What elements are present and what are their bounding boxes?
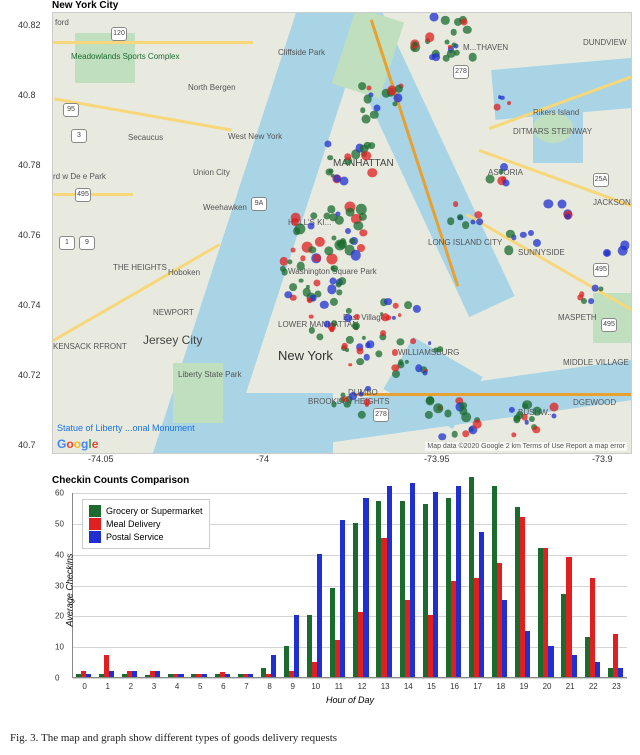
chart-x-tick: 7 [244, 682, 248, 691]
hwy-shield: 95 [63, 103, 79, 117]
legend-swatch [89, 518, 101, 530]
map-attribution: Map data ©2020 Google 2 km Terms of Use … [425, 442, 627, 451]
map-y-tick: 40.7 [18, 440, 36, 450]
map-y-tick: 40.8 [18, 90, 36, 100]
chart-bar [271, 655, 276, 677]
legend-swatch [89, 531, 101, 543]
chart-bar [132, 671, 137, 677]
map-x-tick: -74 [256, 454, 269, 464]
map: MANHATTAN New York Jersey City Hoboken S… [52, 12, 632, 454]
chart-x-tick: 16 [450, 682, 459, 691]
chart-title: Checkin Counts Comparison [52, 475, 189, 486]
map-y-tick: 40.82 [18, 20, 41, 30]
label-newyork: New York [278, 348, 333, 363]
checkin-chart: Checkin Counts Comparison Average Checki… [52, 475, 632, 710]
chart-bar [202, 674, 207, 677]
chart-bar [410, 483, 415, 677]
chart-bar [178, 674, 183, 677]
chart-y-tick: 50 [55, 519, 64, 528]
chart-bar [433, 492, 438, 677]
chart-y-tick: 0 [55, 674, 59, 683]
legend-item: Postal Service [89, 531, 203, 543]
chart-x-tick: 10 [311, 682, 320, 691]
statue-link: Statue of Liberty ...onal Monument [57, 423, 195, 433]
chart-bar [248, 674, 253, 677]
chart-x-tick: 11 [335, 682, 343, 691]
chart-x-tick: 17 [473, 682, 482, 691]
chart-bar [294, 615, 299, 677]
chart-x-tick: 13 [381, 682, 390, 691]
chart-x-tick: 20 [543, 682, 552, 691]
chart-x-tick: 4 [175, 682, 179, 691]
map-y-tick: 40.76 [18, 230, 41, 240]
chart-bar [86, 674, 91, 677]
map-x-tick: -73.9 [592, 454, 613, 464]
chart-y-tick: 20 [55, 612, 64, 621]
chart-bar [387, 486, 392, 677]
chart-y-tick: 30 [55, 581, 64, 590]
chart-legend: Grocery or Supermarket Meal Delivery Posta… [82, 499, 210, 549]
map-x-tick: -73.95 [424, 454, 450, 464]
x-axis-label: Hour of Day [326, 695, 374, 705]
map-x-tick: -74.05 [88, 454, 114, 464]
chart-x-tick: 3 [152, 682, 156, 691]
chart-y-tick: 10 [55, 643, 64, 652]
chart-bar [456, 486, 461, 677]
google-logo: Google [57, 437, 98, 451]
legend-swatch [89, 505, 101, 517]
chart-bar [572, 655, 577, 677]
chart-bar [340, 520, 345, 677]
chart-x-tick: 22 [589, 682, 598, 691]
chart-x-tick: 5 [198, 682, 202, 691]
label-manhattan: MANHATTAN [333, 158, 394, 169]
chart-x-tick: 18 [496, 682, 505, 691]
chart-x-tick: 23 [612, 682, 621, 691]
chart-y-tick: 60 [55, 489, 64, 498]
chart-x-tick: 12 [358, 682, 367, 691]
chart-x-tick: 19 [519, 682, 528, 691]
label-jerseycity: Jersey City [143, 333, 202, 347]
chart-x-tick: 21 [566, 682, 575, 691]
legend-label: Postal Service [106, 532, 164, 542]
chart-bar [525, 631, 530, 677]
chart-y-tick: 40 [55, 550, 64, 559]
legend-item: Grocery or Supermarket [89, 505, 203, 517]
legend-label: Meal Delivery [106, 519, 161, 529]
map-title: New York City [52, 0, 118, 11]
legend-label: Grocery or Supermarket [106, 506, 203, 516]
map-y-tick: 40.74 [18, 300, 41, 310]
chart-bar [548, 646, 553, 677]
chart-x-tick: 14 [404, 682, 413, 691]
chart-x-tick: 0 [82, 682, 86, 691]
chart-x-tick: 15 [427, 682, 436, 691]
chart-bar [479, 532, 484, 677]
chart-bar [317, 554, 322, 677]
chart-bar [155, 671, 160, 677]
chart-x-tick: 8 [267, 682, 271, 691]
figure-caption: Fig. 3. The map and graph show different… [10, 732, 337, 744]
map-y-tick: 40.78 [18, 160, 41, 170]
chart-x-tick: 6 [221, 682, 225, 691]
chart-bar [618, 668, 623, 677]
chart-bar [502, 600, 507, 677]
chart-x-tick: 9 [290, 682, 294, 691]
map-y-tick: 40.72 [18, 370, 41, 380]
chart-x-tick: 1 [105, 682, 109, 691]
legend-item: Meal Delivery [89, 518, 203, 530]
chart-x-tick: 2 [129, 682, 133, 691]
chart-bar [109, 671, 114, 677]
chart-bar [363, 498, 368, 677]
chart-bar [595, 662, 600, 677]
chart-bar [225, 674, 230, 677]
